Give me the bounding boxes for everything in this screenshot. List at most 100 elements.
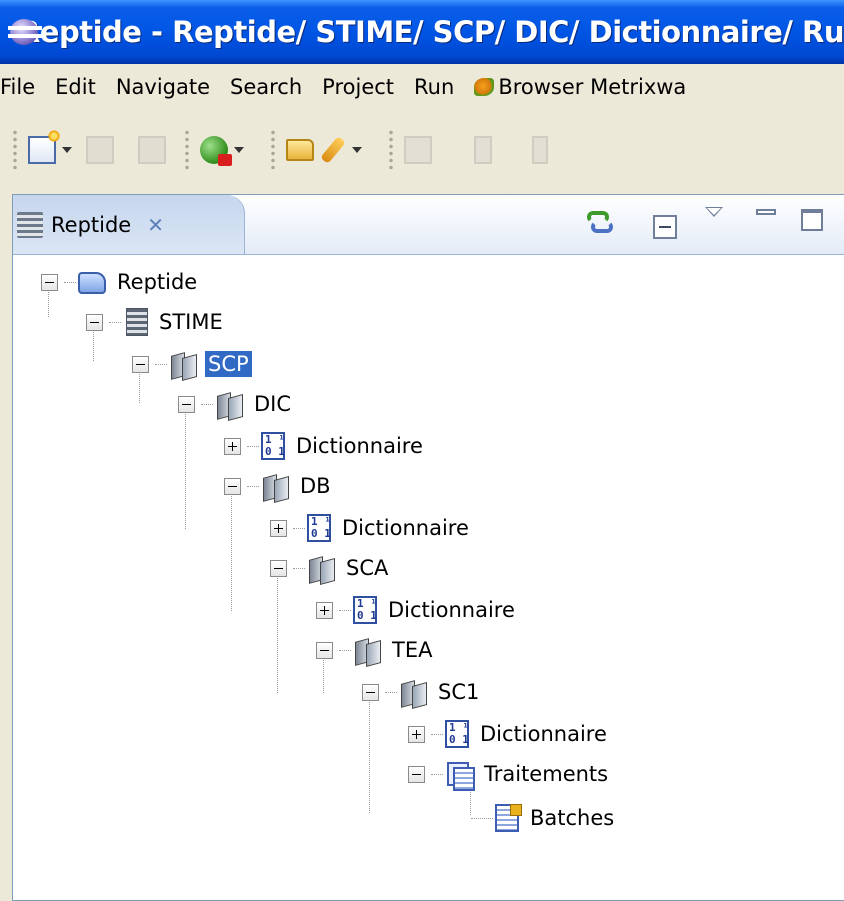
tree-node-label: DB <box>300 474 331 498</box>
collapse-all-icon[interactable] <box>653 215 677 239</box>
open-folder-button[interactable] <box>286 130 314 170</box>
dictionary-icon: 1 ¹0 1 <box>445 720 469 748</box>
tree-node-dictionnaire[interactable]: 1 ¹0 1 Dictionnaire <box>270 509 472 547</box>
menu-browser-metrixware-label: Browser Metrixwa <box>498 75 687 99</box>
print-button[interactable] <box>138 130 166 170</box>
view-menu-icon[interactable] <box>705 207 723 217</box>
menu-search[interactable]: Search <box>220 75 312 99</box>
collapse-toggle[interactable] <box>316 641 333 659</box>
dictionary-icon: 1 ¹0 1 <box>353 596 377 624</box>
tree-node-dic[interactable]: DIC <box>178 385 294 423</box>
tree-node-label: Dictionnaire <box>296 434 423 458</box>
tree-node-label: DIC <box>254 392 292 416</box>
servers-icon <box>353 636 381 664</box>
servers-icon <box>169 350 197 378</box>
collapse-toggle[interactable] <box>41 273 58 291</box>
tree-node-label: SCA <box>346 556 389 580</box>
dropdown-arrow-icon[interactable] <box>62 147 72 153</box>
tree-connector <box>369 693 370 813</box>
tree-node-label: TEA <box>392 638 433 662</box>
menu-file[interactable]: File <box>0 75 45 99</box>
tree-node-db[interactable]: DB <box>224 467 334 505</box>
next-button[interactable] <box>474 130 492 170</box>
annotation-icon <box>404 136 432 164</box>
menu-bar: File Edit Navigate Search Project Run Br… <box>0 64 844 110</box>
servers-icon <box>261 472 289 500</box>
expand-toggle[interactable] <box>224 437 241 455</box>
collapse-toggle[interactable] <box>132 355 149 373</box>
menu-run[interactable]: Run <box>404 75 464 99</box>
toolbar-grip[interactable] <box>12 129 18 171</box>
project-icon <box>78 272 106 294</box>
pin-button[interactable] <box>320 130 370 170</box>
view-header: Reptide ✕ <box>13 195 844 255</box>
tree-node-sca[interactable]: SCA <box>270 549 391 587</box>
tab-reptide[interactable]: Reptide ✕ <box>13 195 245 254</box>
menu-edit[interactable]: Edit <box>45 75 106 99</box>
tree-node-reptide[interactable]: Reptide <box>41 263 200 301</box>
main-toolbar <box>0 110 844 190</box>
dropdown-arrow-icon[interactable] <box>352 147 362 153</box>
close-icon[interactable]: ✕ <box>147 213 164 237</box>
tree-node-label-selected: SCP <box>205 351 252 377</box>
menu-browser-metrixware[interactable]: Browser Metrixwa <box>464 75 696 99</box>
collapse-toggle[interactable] <box>408 765 425 783</box>
save-button[interactable] <box>86 130 114 170</box>
traitements-icon <box>445 760 475 791</box>
tree-node-label: Dictionnaire <box>388 598 515 622</box>
eclipse-app-icon <box>8 17 42 47</box>
new-wizard-button[interactable] <box>28 130 80 170</box>
tree-node-batches[interactable]: Batches <box>471 799 617 837</box>
toolbar-grip[interactable] <box>388 129 394 171</box>
collapse-toggle[interactable] <box>362 683 379 701</box>
sync-icon[interactable] <box>583 211 617 237</box>
window-title: Reptide - Reptide/ STIME/ SCP/ DIC/ Dict… <box>17 15 844 49</box>
collapse-toggle[interactable] <box>224 477 241 495</box>
tree-node-dictionnaire[interactable]: 1 ¹0 1 Dictionnaire <box>316 591 518 629</box>
pin-icon <box>320 136 346 164</box>
batches-icon <box>495 804 522 832</box>
project-tree: Reptide STIME SCP DIC 1 ¹0 1 Dictionnair… <box>13 255 844 901</box>
expand-toggle[interactable] <box>270 519 287 537</box>
tree-connector <box>277 569 278 693</box>
title-bar[interactable]: Reptide - Reptide/ STIME/ SCP/ DIC/ Dict… <box>0 0 844 64</box>
previous-button[interactable] <box>532 130 548 170</box>
collapse-toggle[interactable] <box>270 559 287 577</box>
metrixware-leaf-icon <box>474 78 495 96</box>
previous-annotation-icon <box>532 136 548 164</box>
tree-node-label: Traitements <box>484 762 609 786</box>
tree-node-tea[interactable]: TEA <box>316 631 435 669</box>
print-icon <box>138 136 166 164</box>
tree-node-stime[interactable]: STIME <box>86 303 226 341</box>
annotate-button[interactable] <box>404 130 432 170</box>
servers-icon <box>215 390 243 418</box>
tree-node-label: Dictionnaire <box>480 722 607 746</box>
menu-project[interactable]: Project <box>312 75 404 99</box>
minimize-icon[interactable] <box>756 209 776 215</box>
expand-toggle[interactable] <box>316 601 333 619</box>
database-icon <box>126 308 148 336</box>
menu-navigate[interactable]: Navigate <box>106 75 220 99</box>
next-annotation-icon <box>474 136 492 164</box>
tree-node-dictionnaire[interactable]: 1 ¹0 1 Dictionnaire <box>224 427 426 465</box>
tree-node-label: Dictionnaire <box>342 516 469 540</box>
run-icon <box>200 136 232 166</box>
folder-icon <box>286 139 314 161</box>
tree-node-dictionnaire[interactable]: 1 ¹0 1 Dictionnaire <box>408 715 610 753</box>
save-icon <box>86 136 114 164</box>
run-button[interactable] <box>200 130 252 170</box>
collapse-toggle[interactable] <box>178 395 195 413</box>
tree-node-scp[interactable]: SCP <box>132 345 252 383</box>
maximize-icon[interactable] <box>801 209 823 231</box>
tree-node-traitements[interactable]: Traitements <box>408 755 611 793</box>
collapse-toggle[interactable] <box>86 313 103 331</box>
servers-icon <box>307 554 335 582</box>
tree-node-label: STIME <box>159 310 223 334</box>
servers-icon <box>399 678 427 706</box>
dropdown-arrow-icon[interactable] <box>234 147 244 153</box>
tree-node-label: Batches <box>530 806 615 830</box>
toolbar-grip[interactable] <box>270 129 276 171</box>
tree-node-sc1[interactable]: SC1 <box>362 673 482 711</box>
expand-toggle[interactable] <box>408 725 425 743</box>
toolbar-grip[interactable] <box>184 129 190 171</box>
